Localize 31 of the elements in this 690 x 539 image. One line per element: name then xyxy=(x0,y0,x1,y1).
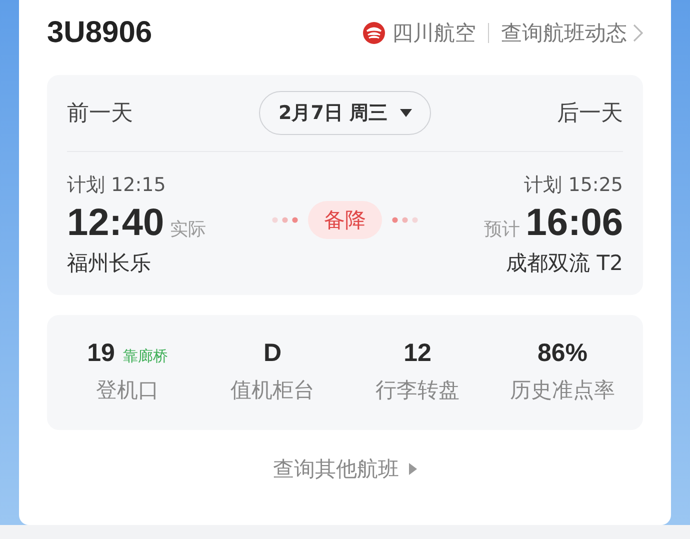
next-day-button[interactable]: 后一天 xyxy=(557,98,623,128)
dots-icon xyxy=(392,216,418,222)
planned-departure: 计划 12:15 xyxy=(67,173,166,198)
stat-label: 历史准点率 xyxy=(510,377,615,404)
departure-airport: 福州长乐 xyxy=(67,250,151,277)
stat-value: 19 xyxy=(87,339,115,368)
date-picker[interactable]: 2月7日 周三 xyxy=(259,91,431,135)
other-flights-button[interactable]: 查询其他航班 xyxy=(267,454,423,484)
stat-label: 行李转盘 xyxy=(376,377,460,404)
dots-icon xyxy=(272,216,298,222)
airline-logo-icon xyxy=(362,21,386,45)
airline-name: 四川航空 xyxy=(392,20,476,47)
stat-value: 12 xyxy=(404,339,432,368)
caret-icon xyxy=(400,109,412,117)
stat-label: 值机柜台 xyxy=(230,377,314,404)
stat-tag: 靠廊桥 xyxy=(122,347,168,366)
departure-time: 12:40 xyxy=(67,202,164,245)
flight-number: 3U8906 xyxy=(47,16,152,50)
time-note: 预计 xyxy=(484,218,520,241)
previous-day-button[interactable]: 前一天 xyxy=(67,98,133,128)
status-badge: 备降 xyxy=(308,200,382,238)
stat-value: D xyxy=(263,339,282,368)
arrival-airport: 成都双流 T2 xyxy=(506,250,623,277)
time-note: 实际 xyxy=(170,218,206,241)
flight-status-link[interactable]: 查询航班动态 xyxy=(501,19,627,47)
chevron-right-icon xyxy=(633,24,643,42)
arrival-time: 16:06 xyxy=(526,202,623,245)
stat-label: 登机口 xyxy=(96,377,159,404)
triangle-right-icon xyxy=(409,463,417,475)
stat-value: 86% xyxy=(537,339,588,368)
planned-arrival: 计划 15:25 xyxy=(524,173,623,198)
